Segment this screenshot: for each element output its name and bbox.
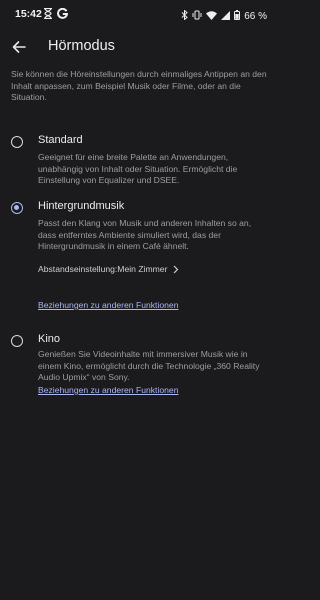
page-title: Hörmodus [48, 38, 115, 54]
hourglass-icon [43, 6, 53, 24]
related-functions-link-kino[interactable]: Beziehungen zu anderen Funktionen [38, 385, 178, 395]
related-functions-link-hintergrundmusik[interactable]: Beziehungen zu anderen Funktionen [38, 300, 178, 310]
arrow-left-icon [12, 41, 26, 53]
option-title-standard: Standard [38, 134, 83, 146]
radio-hintergrundmusik[interactable] [11, 202, 23, 214]
status-left-icons [43, 6, 69, 24]
status-right-icons: 66 % [181, 7, 267, 25]
wifi-icon [206, 7, 218, 25]
distance-setting-label: Abstandseinstellung:Mein Zimmer [38, 264, 168, 274]
option-desc-hintergrundmusik: Passt den Klang von Musik und anderen In… [38, 218, 252, 252]
option-title-hintergrundmusik: Hintergrundmusik [38, 200, 125, 212]
vibrate-icon [192, 7, 202, 25]
option-title-kino: Kino [38, 333, 61, 345]
status-bar: 15:42 66 % [0, 0, 277, 28]
g-app-icon [57, 6, 69, 24]
battery-percent: 66 % [244, 10, 267, 22]
status-time: 15:42 [15, 8, 42, 20]
intro-text: Sie können die Höreinstellungen durch ei… [11, 69, 267, 103]
option-desc-kino: Genießen Sie Videoinhalte mit immersiver… [38, 349, 260, 383]
radio-standard[interactable] [11, 136, 23, 148]
bluetooth-icon [181, 7, 188, 25]
radio-kino[interactable] [11, 335, 23, 347]
distance-setting-row[interactable]: Abstandseinstellung:Mein Zimmer [38, 264, 179, 274]
app-bar: Hörmodus [0, 30, 277, 64]
signal-icon [221, 7, 231, 25]
chevron-right-icon [174, 265, 179, 273]
battery-icon [234, 7, 241, 25]
back-button[interactable] [8, 36, 30, 58]
option-desc-standard: Geeignet für eine breite Palette an Anwe… [38, 152, 238, 186]
